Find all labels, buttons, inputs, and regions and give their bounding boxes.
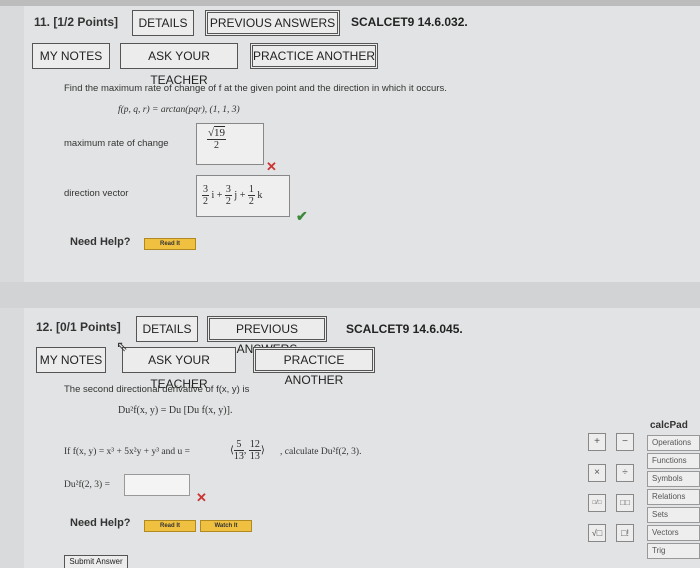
k-numerator: 1 xyxy=(247,184,255,196)
need-help-label: Need Help? xyxy=(70,236,131,248)
calcpad-symbols[interactable]: Symbols xyxy=(647,471,700,487)
calcpad-relations[interactable]: Relations xyxy=(647,489,700,505)
ask-teacher-button[interactable]: ASK YOUR TEACHER xyxy=(120,43,238,87)
max-rate-label: maximum rate of change xyxy=(64,138,169,149)
read-it-button[interactable]: Read It xyxy=(144,238,196,250)
previous-answers-button[interactable]: PREVIOUS ANSWERS xyxy=(205,10,340,36)
details-button[interactable]: DETAILS xyxy=(136,316,198,342)
u-y-numerator: 12 xyxy=(248,439,261,451)
if-statement: If f(x, y) = x³ + 5x²y + y³ and u = xyxy=(64,447,191,457)
problem-code: SCALCET9 14.6.045. xyxy=(346,322,463,336)
i-numerator: 3 xyxy=(202,184,209,196)
read-it-button[interactable]: Read It xyxy=(144,520,196,532)
k-denominator: 2 xyxy=(248,196,254,207)
question-separator xyxy=(0,282,700,308)
j-denominator: 2 xyxy=(225,196,231,207)
calcpad-vectors[interactable]: Vectors xyxy=(647,525,700,541)
question-prompt: Find the maximum rate of change of f at … xyxy=(64,83,447,94)
u-x-denominator: 13 xyxy=(233,451,244,462)
details-button[interactable]: DETAILS xyxy=(132,10,194,36)
correct-check-icon: ✔ xyxy=(296,208,308,224)
direction-vector-label: direction vector xyxy=(64,188,129,199)
minus-button[interactable]: − xyxy=(616,433,634,451)
question-prompt: The second directional derivative of f(x… xyxy=(64,384,250,395)
problem-code: SCALCET9 14.6.032. xyxy=(351,15,468,29)
fraction-button[interactable]: □/□ xyxy=(588,494,606,512)
answer-label: Du²f(2, 3) = xyxy=(64,480,110,490)
practice-another-button[interactable]: PRACTICE ANOTHER xyxy=(250,43,378,69)
i-denominator: 2 xyxy=(203,196,208,207)
j-term: j + xyxy=(234,189,246,201)
my-notes-button[interactable]: MY NOTES xyxy=(32,43,110,69)
factorial-button[interactable]: □! xyxy=(616,524,634,542)
sqrt-button[interactable]: √□ xyxy=(588,524,606,542)
calcpad-functions[interactable]: Functions xyxy=(647,453,700,469)
calcpad-sets[interactable]: Sets xyxy=(647,507,700,523)
k-term: k xyxy=(257,189,263,201)
function-definition: f(p, q, r) = arctan(pqr), (1, 1, 3) xyxy=(118,105,240,115)
my-notes-button[interactable]: MY NOTES xyxy=(36,347,106,373)
i-term: i + xyxy=(211,189,223,201)
divide-button[interactable]: ÷ xyxy=(616,464,634,482)
incorrect-icon: ✕ xyxy=(196,490,207,505)
u-x-numerator: 5 xyxy=(233,439,244,451)
second-derivative-formula: Du²f(x, y) = Du [Du f(x, y)]. xyxy=(118,405,233,416)
plus-button[interactable]: + xyxy=(588,433,606,451)
calculate-instruction: , calculate Du²f(2, 3). xyxy=(280,447,362,457)
unit-vector-u: ⟨ 5 13, 12 13 ⟩ xyxy=(230,439,265,462)
submit-answer-button[interactable]: Submit Answer xyxy=(64,555,128,568)
answer-input[interactable] xyxy=(124,474,190,496)
question-12-header: 12. [0/1 Points] xyxy=(36,320,121,334)
exponent-button[interactable]: □□ xyxy=(616,494,634,512)
calcpad-operations[interactable]: Operations xyxy=(647,435,700,451)
max-rate-answer[interactable]: √19 2 xyxy=(196,123,264,165)
times-button[interactable]: × xyxy=(588,464,606,482)
j-numerator: 3 xyxy=(224,184,232,196)
practice-another-button[interactable]: PRACTICE ANOTHER xyxy=(253,347,375,387)
max-rate-numerator: 19 xyxy=(214,127,226,139)
incorrect-icon: ✕ xyxy=(266,159,277,174)
previous-answers-button[interactable]: PREVIOUS ANSWERS xyxy=(207,316,327,356)
watch-it-button[interactable]: Watch It xyxy=(200,520,252,532)
need-help-label: Need Help? xyxy=(70,517,131,529)
mouse-cursor-icon: ⇖ xyxy=(116,338,128,354)
u-y-denominator: 13 xyxy=(249,451,260,462)
calcpad-title: calcPad xyxy=(650,420,688,431)
max-rate-denominator: 2 xyxy=(214,140,220,151)
question-11-header: 11. [1/2 Points] xyxy=(34,15,119,29)
question-11-panel: 11. [1/2 Points] DETAILS PREVIOUS ANSWER… xyxy=(24,6,700,282)
calcpad-trig[interactable]: Trig xyxy=(647,543,700,559)
direction-vector-answer[interactable]: 32 i + 32 j + 12 k xyxy=(196,175,290,217)
ask-teacher-button[interactable]: ASK YOUR TEACHER xyxy=(122,347,236,391)
assignment-page: 11. [1/2 Points] DETAILS PREVIOUS ANSWER… xyxy=(0,0,700,568)
